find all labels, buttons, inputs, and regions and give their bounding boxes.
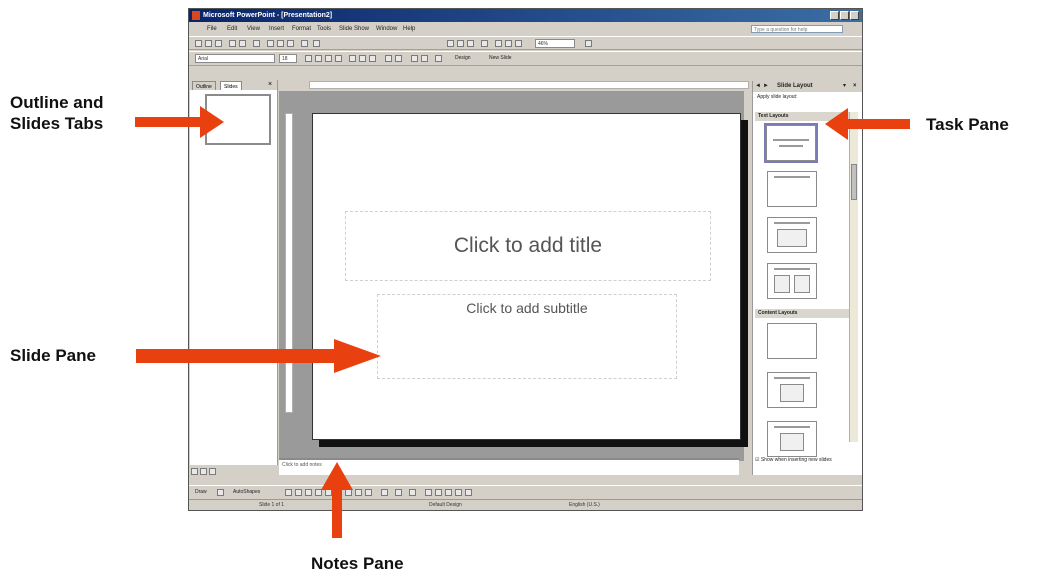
arrow-outline-tabs [135,106,224,138]
arrow-task-pane [825,108,910,140]
arrow-slide-pane [136,339,381,373]
callout-arrows [135,106,910,538]
arrow-notes-pane [321,462,353,538]
